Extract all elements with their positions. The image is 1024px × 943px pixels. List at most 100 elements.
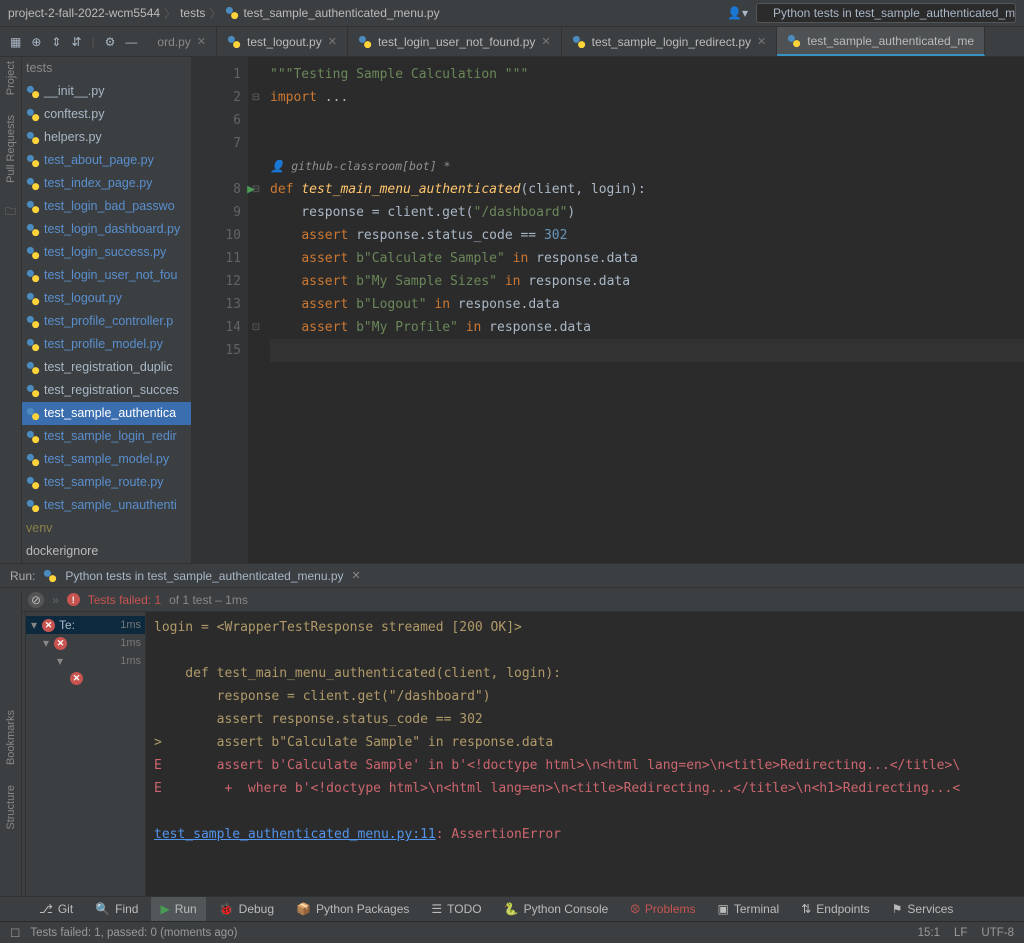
tree-file[interactable]: test_profile_controller.p [22,310,191,333]
breadcrumb: project-2-fall-2022-wcm5544 〉 tests 〉 te… [8,5,721,22]
tree-file[interactable]: test_sample_model.py [22,448,191,471]
fold-icon[interactable]: ⊟ [248,86,264,109]
endpoints-tool-btn[interactable]: ⇅Endpoints [792,897,878,921]
cursor-position[interactable]: 15:1 [918,927,940,939]
close-icon[interactable]: ✕ [197,35,206,48]
close-icon[interactable]: ✕ [541,35,550,48]
breadcrumb-project[interactable]: project-2-fall-2022-wcm5544 [8,6,160,20]
git-tool-btn[interactable]: ⎇Git [30,897,82,921]
python-packages-btn[interactable]: 📦Python Packages [287,897,418,921]
test-tree-root[interactable]: ▾ ✕ Te: 1ms [26,616,145,634]
test-tree[interactable]: ▾ ✕ Te: 1ms ▾ ✕ 1ms ▾ 1ms ✕ [26,612,146,896]
tool-windows-icon[interactable]: ☐ [10,926,20,940]
test-tree-item[interactable]: ▾ ✕ 1ms [26,634,145,652]
fold-end-icon[interactable]: ⊡ [248,316,264,339]
top-nav-bar: project-2-fall-2022-wcm5544 〉 tests 〉 te… [0,0,1024,27]
tree-file[interactable]: helpers.py [22,126,191,149]
run-console-output[interactable]: login = <WrapperTestResponse streamed [2… [146,612,1024,896]
user-icon[interactable]: 👤▾ [727,6,748,20]
python-file-icon [26,131,40,145]
tab-active[interactable]: test_sample_authenticated_me [777,27,985,56]
tab-sample-login-redirect[interactable]: test_sample_login_redirect.py ✕ [562,27,778,56]
tab-login-user-not-found[interactable]: test_login_user_not_found.py ✕ [348,27,562,56]
breadcrumb-folder[interactable]: tests [180,6,205,20]
terminal-tool-btn[interactable]: ▣Terminal [709,897,789,921]
run-header-label: Run: [10,569,35,583]
tree-file-selected[interactable]: test_sample_authentica [22,402,191,425]
run-header-target: Python tests in test_sample_authenticate… [65,569,343,583]
tree-folder-tests[interactable]: tests [22,57,191,80]
find-tool-btn[interactable]: 🔍Find [86,897,147,921]
terminal-icon: ▣ [718,902,729,916]
search-icon: 🔍 [95,902,110,916]
python-console-btn[interactable]: 🐍Python Console [495,897,618,921]
tree-file[interactable]: test_sample_route.py [22,471,191,494]
project-view-icon[interactable]: ▦ [10,35,21,49]
python-file-icon [225,6,239,20]
test-tree-item[interactable]: ▾ 1ms [26,652,145,670]
run-tool-btn[interactable]: ▶Run [151,897,205,921]
editor-area: 1 2 6 7 8▶ 9 10 11 12 13 14 15 ⊟ ⊟ ⊡ """… [192,57,1024,563]
gear-icon[interactable]: ⚙ [105,35,116,49]
tree-file[interactable]: test_sample_login_redir [22,425,191,448]
tree-file[interactable]: __init__.py [22,80,191,103]
play-icon: ▶ [160,902,169,916]
tree-file[interactable]: test_profile_model.py [22,333,191,356]
editor-tabs: ord.py ✕ test_logout.py ✕ test_login_use… [147,27,1024,56]
structure-tool-btn[interactable]: Structure [5,785,17,830]
run-gutter-icon[interactable]: ▶ [247,178,255,201]
target-icon[interactable]: ⊕ [31,35,41,49]
todo-tool-btn[interactable]: ☰TODO [422,897,490,921]
tree-file[interactable]: test_login_dashboard.py [22,218,191,241]
python-file-icon [26,269,40,283]
collapse-icon[interactable]: ⇵ [71,35,81,49]
debug-tool-btn[interactable]: 🐞Debug [210,897,283,921]
problems-tool-btn[interactable]: ⮾Problems [621,897,704,921]
tab-logout[interactable]: test_logout.py ✕ [217,27,348,56]
close-icon[interactable]: ✕ [352,569,361,582]
line-number-gutter[interactable]: 1 2 6 7 8▶ 9 10 11 12 13 14 15 [192,57,248,563]
python-file-icon [227,35,241,49]
line-separator[interactable]: LF [954,927,967,939]
run-tool-window: Run: Python tests in test_sample_authent… [0,563,1024,896]
minimize-icon[interactable]: — [125,35,137,49]
python-file-icon [572,35,586,49]
python-file-icon [26,499,40,513]
structure-icon[interactable]: 🗀 [5,203,16,222]
file-encoding[interactable]: UTF-8 [981,927,1014,939]
bookmarks-tool-btn[interactable]: Bookmarks [5,710,17,765]
python-file-icon [358,35,372,49]
test-tree-item[interactable]: ✕ [26,670,145,687]
tree-folder-venv[interactable]: venv [22,517,191,540]
close-icon[interactable]: ✕ [757,35,766,48]
tree-file[interactable]: test_sample_unauthenti [22,494,191,517]
tree-file[interactable]: conftest.py [22,103,191,126]
python-file-icon [26,361,40,375]
left-tool-strip: Project Pull Requests 🗀 [0,57,22,563]
breadcrumb-file[interactable]: test_sample_authenticated_menu.py [243,6,439,20]
fold-gutter[interactable]: ⊟ ⊟ ⊡ [248,57,264,563]
project-tool-btn[interactable]: Project [5,61,17,95]
tree-file[interactable]: test_login_success.py [22,241,191,264]
tab-cut-left[interactable]: ord.py ✕ [147,27,217,56]
tree-file[interactable]: test_registration_duplic [22,356,191,379]
run-config-selector[interactable]: Python tests in test_sample_authenticate… [756,3,1016,23]
python-file-icon [26,223,40,237]
tree-file[interactable]: test_logout.py [22,287,191,310]
tree-file[interactable]: test_index_page.py [22,172,191,195]
tree-file[interactable]: test_login_user_not_fou [22,264,191,287]
project-tree[interactable]: tests __init__.py conftest.py helpers.py… [22,57,192,563]
services-tool-btn[interactable]: ⚑Services [883,897,963,921]
tree-file[interactable]: test_login_bad_passwo [22,195,191,218]
tree-file[interactable]: test_about_page.py [22,149,191,172]
pull-requests-tool-btn[interactable]: Pull Requests [5,115,17,183]
fail-badge-icon: ✕ [54,637,67,650]
close-icon[interactable]: ✕ [328,35,337,48]
endpoints-icon: ⇅ [801,902,811,916]
tree-file[interactable]: test_registration_succes [22,379,191,402]
left-lower-strip: Bookmarks Structure [0,590,22,896]
skip-icon[interactable]: ⊘ [28,592,44,608]
expand-icon[interactable]: ⇕ [51,35,61,49]
tree-file[interactable]: dockerignore [22,540,191,563]
code-editor[interactable]: """Testing Sample Calculation """import … [264,57,1024,563]
